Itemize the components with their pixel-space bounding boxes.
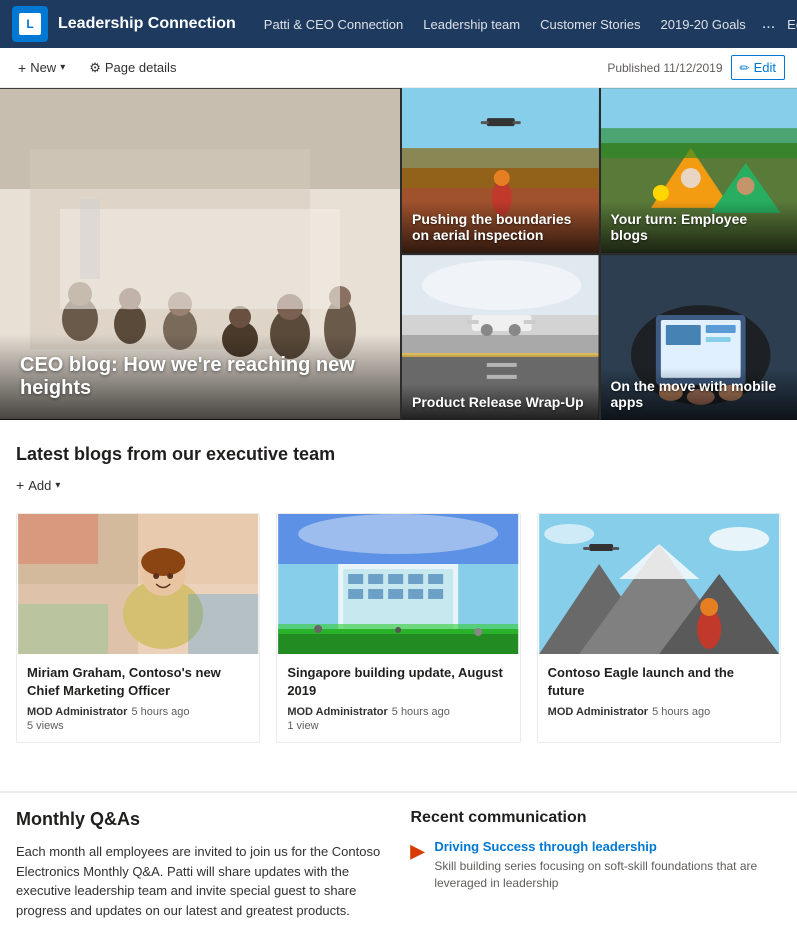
nav-links: Patti & CEO Connection Leadership team C… — [256, 9, 779, 39]
site-title[interactable]: Leadership Connection — [58, 15, 236, 33]
hero-employee-title: Your turn: Employee blogs — [611, 211, 788, 243]
bottom-section: Monthly Q&As Each month all employees ar… — [0, 792, 797, 936]
add-label: Add — [28, 478, 51, 493]
comm-item-title[interactable]: Driving Success through leadership — [434, 839, 781, 854]
blog-eagle-time: 5 hours ago — [652, 706, 710, 718]
monthly-qa-text: Each month all employees are invited to … — [16, 842, 387, 920]
blog-singapore-author: MOD Administrator — [287, 706, 387, 718]
plus-icon: + — [18, 60, 26, 76]
nav-link-patti[interactable]: Patti & CEO Connection — [256, 11, 411, 38]
add-blog-button[interactable]: + Add ▾ — [16, 473, 781, 497]
blog-card-singapore-content: Singapore building update, August 2019 M… — [277, 654, 519, 742]
new-label: New — [30, 60, 56, 75]
site-logo[interactable]: L — [12, 6, 48, 42]
comm-item-content: Driving Success through leadership Skill… — [434, 839, 781, 892]
arrow-icon: ▶ — [411, 841, 425, 892]
hero-card-aerial[interactable]: Pushing the boundaries on aerial inspect… — [402, 88, 599, 253]
blog-eagle-author: MOD Administrator — [548, 706, 648, 718]
toolbar-left: + New ▾ ⚙ Page details — [12, 56, 182, 80]
hero-card-mobile[interactable]: On the move with mobile apps — [601, 255, 797, 420]
blog-grid: Miriam Graham, Contoso's new Chief Marke… — [16, 513, 781, 743]
blog-card-eagle[interactable]: Contoso Eagle launch and the future MOD … — [537, 513, 781, 743]
blog-eagle-meta: MOD Administrator 5 hours ago — [548, 706, 770, 718]
nav-link-goals[interactable]: 2019-20 Goals — [653, 11, 754, 38]
recent-comm-section: Recent communication ▶ Driving Success t… — [411, 809, 782, 920]
hero-aerial-title: Pushing the boundaries on aerial inspect… — [412, 211, 589, 243]
toolbar-right: Published 11/12/2019 ✏ Edit — [607, 55, 785, 80]
hero-mobile-overlay: On the move with mobile apps — [601, 368, 797, 420]
nav-edit-button[interactable]: Edit — [779, 12, 797, 37]
blog-miriam-title: Miriam Graham, Contoso's new Chief Marke… — [27, 664, 249, 700]
nav-more-button[interactable]: ... — [758, 9, 779, 39]
page-details-label: Page details — [105, 60, 177, 75]
nav-actions: Edit ★ Following ↗ Share site — [779, 4, 797, 44]
blog-eagle-title: Contoso Eagle launch and the future — [548, 664, 770, 700]
blog-singapore-time: 5 hours ago — [392, 706, 450, 718]
hero-product-title: Product Release Wrap-Up — [412, 394, 589, 410]
blog-singapore-meta: MOD Administrator 5 hours ago — [287, 706, 509, 718]
chevron-down-icon: ▾ — [60, 62, 65, 73]
hero-aerial-overlay: Pushing the boundaries on aerial inspect… — [402, 201, 599, 253]
blog-thumb-singapore — [277, 514, 519, 654]
main-content: Latest blogs from our executive team + A… — [0, 420, 797, 791]
blog-miriam-time: 5 hours ago — [131, 706, 189, 718]
logo-letter: L — [19, 13, 41, 35]
plus-icon: + — [16, 477, 24, 493]
blog-miriam-author: MOD Administrator — [27, 706, 127, 718]
gear-icon: ⚙ — [89, 60, 101, 76]
recent-comm-title: Recent communication — [411, 809, 782, 827]
hero-product-overlay: Product Release Wrap-Up — [402, 384, 599, 420]
page-details-button[interactable]: ⚙ Page details — [83, 56, 182, 80]
edit-button[interactable]: ✏ Edit — [731, 55, 785, 80]
blog-thumb-eagle — [538, 514, 780, 654]
new-button[interactable]: + New ▾ — [12, 56, 71, 80]
top-navigation: L Leadership Connection Patti & CEO Conn… — [0, 0, 797, 48]
blog-singapore-title: Singapore building update, August 2019 — [287, 664, 509, 700]
chevron-icon: ▾ — [55, 480, 60, 491]
hero-employee-overlay: Your turn: Employee blogs — [601, 201, 797, 253]
nav-link-customer[interactable]: Customer Stories — [532, 11, 648, 38]
blog-card-miriam[interactable]: Miriam Graham, Contoso's new Chief Marke… — [16, 513, 260, 743]
blog-card-miriam-content: Miriam Graham, Contoso's new Chief Marke… — [17, 654, 259, 742]
comm-item: ▶ Driving Success through leadership Ski… — [411, 839, 782, 892]
hero-main-title: CEO blog: How we're reaching new heights — [20, 354, 380, 400]
hero-card-employee[interactable]: Your turn: Employee blogs — [601, 88, 797, 253]
pencil-icon: ✏ — [740, 61, 750, 75]
blog-singapore-views: 1 view — [287, 720, 509, 732]
monthly-qa-section: Monthly Q&As Each month all employees ar… — [16, 809, 387, 920]
hero-section: CEO blog: How we're reaching new heights… — [0, 88, 797, 420]
blog-miriam-meta: MOD Administrator 5 hours ago — [27, 706, 249, 718]
blog-card-singapore[interactable]: Singapore building update, August 2019 M… — [276, 513, 520, 743]
hero-card-product[interactable]: Product Release Wrap-Up — [402, 255, 599, 420]
hero-mobile-title: On the move with mobile apps — [611, 378, 788, 410]
blog-miriam-views: 5 views — [27, 720, 249, 732]
blog-card-eagle-content: Contoso Eagle launch and the future MOD … — [538, 654, 780, 730]
comm-item-desc: Skill building series focusing on soft-s… — [434, 858, 781, 892]
monthly-qa-title: Monthly Q&As — [16, 809, 387, 830]
page-toolbar: + New ▾ ⚙ Page details Published 11/12/2… — [0, 48, 797, 88]
hero-main-overlay: CEO blog: How we're reaching new heights — [0, 334, 400, 420]
hero-main-card[interactable]: CEO blog: How we're reaching new heights — [0, 88, 400, 420]
nav-link-leadership[interactable]: Leadership team — [415, 11, 528, 38]
edit-label: Edit — [754, 60, 776, 75]
blog-section-title: Latest blogs from our executive team — [16, 444, 781, 465]
published-status: Published 11/12/2019 — [607, 61, 722, 75]
blog-thumb-miriam — [17, 514, 259, 654]
